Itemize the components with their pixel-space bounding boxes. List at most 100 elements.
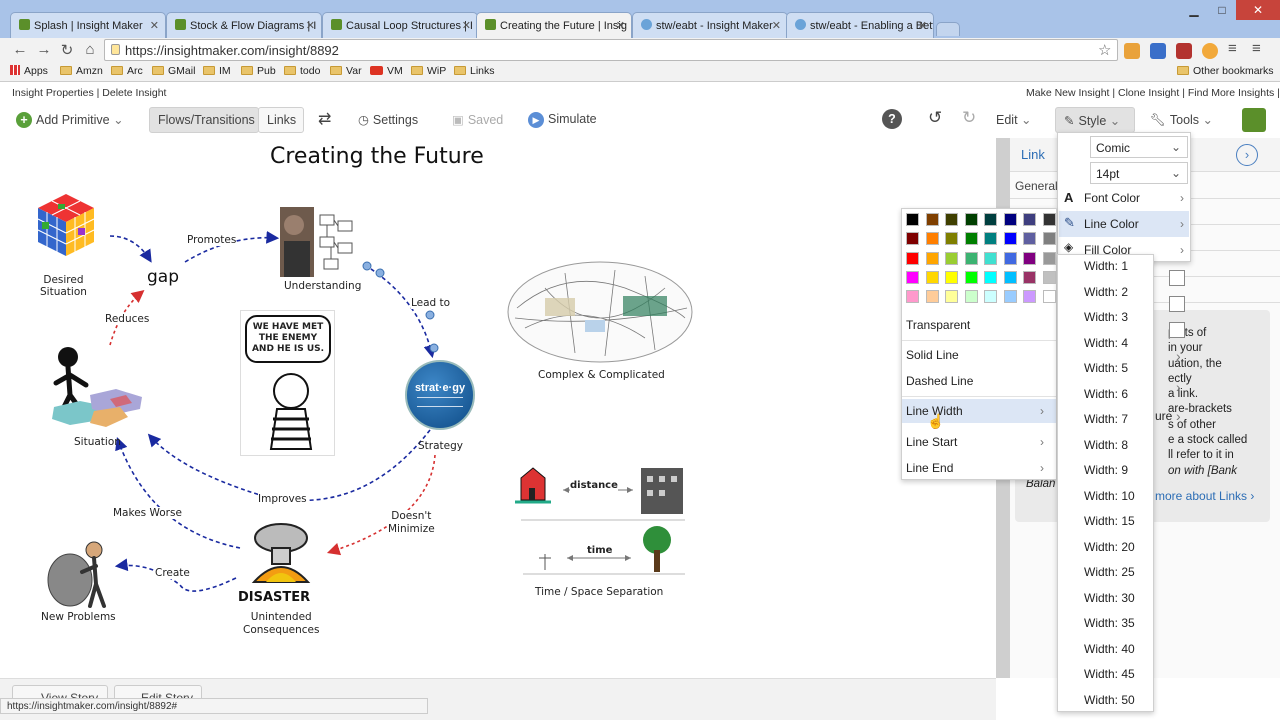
width-option[interactable]: Width: 20 [1084,540,1135,554]
chevron-right-icon[interactable]: › [1176,379,1181,395]
collapse-panel-icon[interactable]: › [1236,144,1258,166]
undo-icon[interactable]: ↺ [920,107,948,133]
tools-menu-button[interactable]: 🔧︎ Tools ⌄ [1142,107,1226,133]
font-size-select[interactable]: 14pt ⌄ [1090,162,1188,184]
color-swatch[interactable] [945,270,958,284]
browser-tab-active[interactable]: Creating the Future | Insig ✕ [476,12,632,39]
style-menu-button[interactable]: ✎ Style ⌄ [1055,107,1135,133]
palette-line-end[interactable]: Line End › [906,461,1044,475]
color-swatch[interactable] [1042,290,1056,304]
chevron-right-icon[interactable]: › [1176,408,1181,424]
menu-icon[interactable]: ≡ [1252,40,1261,57]
edit-menu-button[interactable]: Edit ⌄ [988,107,1044,133]
width-option[interactable]: Width: 50 [1084,693,1135,707]
checkbox[interactable] [1169,296,1185,312]
color-swatch[interactable] [1003,270,1017,284]
tab-close-icon[interactable]: ✕ [772,19,781,32]
color-swatch[interactable] [906,270,919,284]
tab-close-icon[interactable]: ✕ [462,19,471,32]
color-swatch[interactable] [945,213,958,226]
insightmaker-logo-icon[interactable] [1242,108,1266,132]
bookmark-folder[interactable]: Pub [241,65,276,77]
width-option[interactable]: Width: 2 [1084,285,1128,299]
settings-button[interactable]: ◷ Settings [350,107,432,133]
bookmark-folder[interactable]: Arc [111,65,143,77]
color-swatch[interactable] [984,251,997,265]
extension-icon[interactable] [1150,43,1166,59]
browser-tab[interactable]: Stock & Flow Diagrams | I ✕ [166,12,322,38]
link-doesnt-minimize[interactable] [326,454,436,556]
browser-tab[interactable]: Splash | Insight Maker ✕ [10,12,166,38]
width-option[interactable]: Width: 35 [1084,616,1135,630]
new-tab-button[interactable] [936,22,960,36]
color-swatch[interactable] [1042,270,1056,284]
chevron-right-icon[interactable]: › [1176,348,1181,364]
link-handle[interactable] [362,261,372,271]
menu-item-font-color[interactable]: Font Color › [1084,191,1184,205]
color-swatch[interactable] [1003,290,1017,304]
minimize-icon[interactable]: ▁ [1180,0,1208,20]
link-desired-to-gap[interactable] [109,235,152,263]
links-button[interactable]: Links [258,107,304,133]
width-option[interactable]: Width: 45 [1084,667,1135,681]
width-option[interactable]: Width: 9 [1084,463,1128,477]
link-label-promotes[interactable]: Promotes [187,234,237,246]
extension-icon[interactable] [1124,43,1140,59]
color-swatch[interactable] [1003,232,1017,246]
color-swatch[interactable] [1023,270,1036,284]
width-option[interactable]: Width: 7 [1084,412,1128,426]
add-primitive-button[interactable]: + Add Primitive ⌄ [8,107,136,133]
extension-icon[interactable] [1176,43,1192,59]
maximize-icon[interactable]: □ [1208,0,1236,20]
color-swatch[interactable] [906,290,919,304]
color-swatch[interactable] [1042,251,1056,265]
simulate-button[interactable]: ▶ Simulate [520,107,604,133]
tab-close-icon[interactable]: ✕ [918,19,927,32]
link-label-makes-worse[interactable]: Makes Worse [113,507,182,519]
home-icon[interactable]: ⌂ [80,41,100,58]
menu-icon[interactable]: ≡ [1228,40,1237,57]
menu-item-line-color[interactable]: Line Color › [1084,217,1184,231]
width-option[interactable]: Width: 10 [1084,489,1135,503]
color-swatch[interactable] [925,290,939,304]
color-swatch[interactable] [984,213,997,226]
color-swatch[interactable] [925,232,939,246]
tab-close-icon[interactable]: ✕ [306,19,315,32]
link-label-create[interactable]: Create [155,567,190,579]
color-swatch[interactable] [1042,213,1056,226]
bookmark-folder[interactable]: IM [203,65,231,77]
browser-tab[interactable]: stw/eabt - Insight Maker ✕ [632,12,788,38]
color-swatch[interactable] [1003,213,1017,226]
color-swatch[interactable] [945,251,958,265]
bookmark-apps[interactable]: Apps [10,65,48,77]
address-bar[interactable]: https://insightmaker.com/insight/8892 [104,39,1118,61]
tab-close-icon[interactable]: ✕ [150,19,159,32]
tab-close-icon[interactable]: ✕ [616,19,625,32]
font-family-select[interactable]: Comic ⌄ [1090,136,1188,158]
browser-tab[interactable]: stw/eabt - Enabling a Bett ✕ [786,12,934,38]
strategy-badge[interactable]: strat·e·gy [405,360,475,430]
width-option[interactable]: Width: 1 [1084,259,1128,273]
close-window-icon[interactable]: ✕ [1236,0,1280,20]
link-lead-to[interactable] [364,264,437,359]
width-option[interactable]: Width: 5 [1084,361,1128,375]
color-swatch[interactable] [1042,232,1056,246]
width-option[interactable]: Width: 6 [1084,387,1128,401]
link-handle[interactable] [375,268,385,278]
color-swatch[interactable] [906,232,919,246]
other-bookmarks[interactable]: Other bookmarks [1177,65,1274,77]
new-problems-image[interactable] [44,536,110,610]
bookmark-folder[interactable]: Var [330,65,362,77]
width-option[interactable]: Width: 15 [1084,514,1135,528]
bookmark-folder[interactable]: todo [284,65,320,77]
palette-solid-line[interactable]: Solid Line [906,348,959,362]
flows-transitions-button[interactable]: Flows/Transitions [149,107,259,133]
width-option[interactable]: Width: 30 [1084,591,1135,605]
bookmark-youtube[interactable]: VM [370,65,403,77]
saved-button[interactable]: ▣ Saved [444,107,514,133]
rubiks-cube-icon[interactable] [36,192,96,258]
color-swatch[interactable] [964,251,978,265]
width-option[interactable]: Width: 8 [1084,438,1128,452]
bookmark-star-icon[interactable]: ☆ [1098,41,1111,59]
redo-icon[interactable]: ↻ [954,107,982,133]
